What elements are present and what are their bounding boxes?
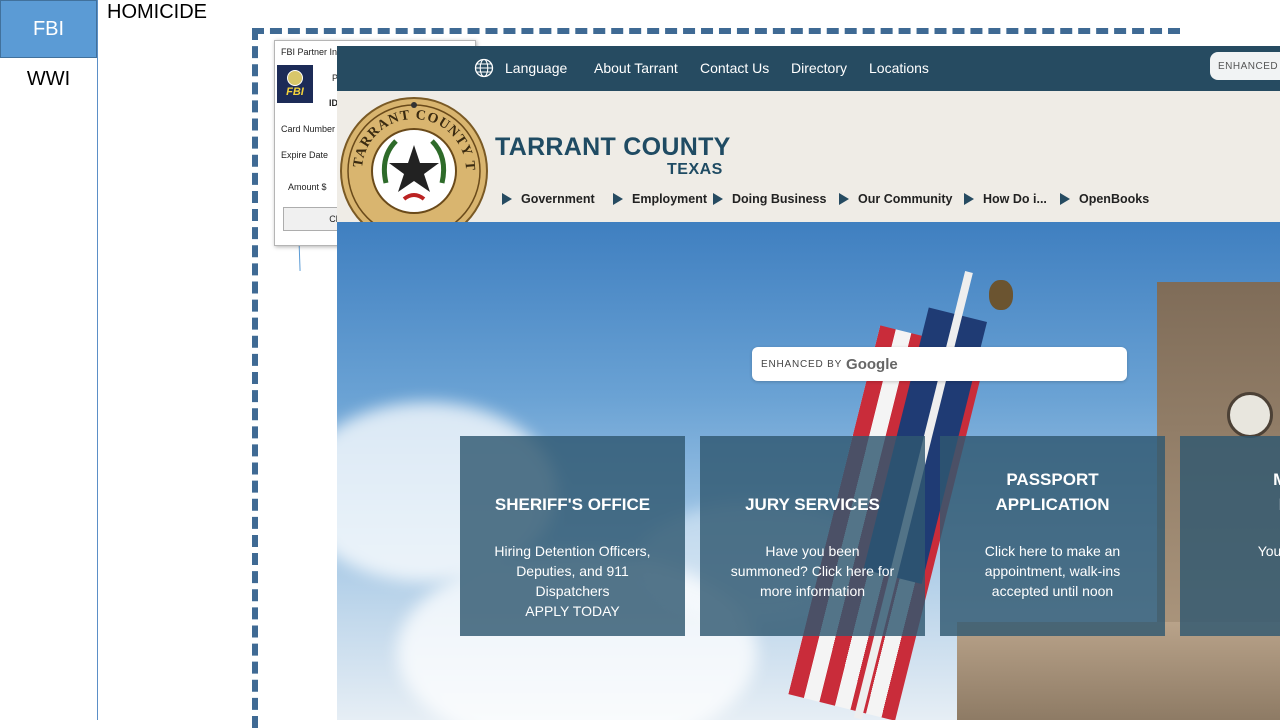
brand-title[interactable]: TARRANT COUNTY — [495, 133, 731, 162]
nav-about-tarrant[interactable]: About Tarrant — [594, 60, 678, 76]
card-sheriffs-office[interactable]: SHERIFF'S OFFICE Hiring Detention Office… — [460, 436, 685, 636]
google-search-input[interactable]: ENHANCED BY Google — [752, 347, 1127, 381]
card-desc-line: appointment, walk-ins — [984, 563, 1121, 579]
card-desc-line: You can no — [1257, 543, 1280, 559]
mainnav-label: Our Community — [858, 192, 953, 206]
tab-fbi[interactable]: FBI — [0, 0, 97, 58]
arrow-right-icon — [839, 193, 849, 205]
card-passport-application[interactable]: PASSPORT APPLICATION Click here to make … — [940, 436, 1165, 636]
mainnav-label: Doing Business — [732, 192, 827, 206]
card-title: MAR — [1180, 467, 1280, 492]
card-desc-line: more information — [759, 583, 866, 599]
card-desc-line: accepted until noon — [991, 583, 1114, 599]
mainnav-label: Government — [521, 192, 595, 206]
card-title: PASSPORT — [1006, 470, 1099, 489]
arrow-right-icon — [713, 193, 723, 205]
fbi-logo-text: FBI — [286, 86, 304, 98]
mainnav-label: Employment — [632, 192, 708, 206]
arrow-right-icon — [964, 193, 974, 205]
tarrant-county-website: Language About Tarrant Contact Us Direct… — [337, 46, 1280, 720]
card-desc-line: Hiring Detention Officers, — [494, 543, 651, 559]
mainnav-label: OpenBooks — [1079, 192, 1150, 206]
mainnav-openbooks[interactable]: OpenBooks — [1060, 192, 1149, 206]
card-desc-line: Have you been — [765, 543, 860, 559]
mainnav-our-community[interactable]: Our Community — [839, 192, 952, 206]
google-wordmark: Google — [846, 355, 898, 373]
nav-directory[interactable]: Directory — [791, 60, 847, 76]
search-prefix: ENHANCED BY — [761, 358, 843, 370]
card-jury-services[interactable]: JURY SERVICES Have you been summoned? Cl… — [700, 436, 925, 636]
card-title: JURY SERVICES — [745, 495, 880, 514]
nav-contact-us[interactable]: Contact Us — [700, 60, 769, 76]
card-number-label: Card Number — [281, 124, 336, 134]
mainnav-doing-business[interactable]: Doing Business — [713, 192, 826, 206]
top-navbar: Language About Tarrant Contact Us Direct… — [337, 46, 1280, 91]
arrow-right-icon — [1060, 193, 1070, 205]
card-marriage-license[interactable]: MAR LIC You can no — [1180, 436, 1280, 636]
mainnav-how-do-i[interactable]: How Do i... — [964, 192, 1047, 206]
fbi-seal-icon — [287, 70, 303, 86]
mainnav-government[interactable]: Government — [502, 192, 595, 206]
card-desc-line: Dispatchers — [535, 583, 610, 599]
brand-subtitle: TEXAS — [667, 161, 723, 178]
header-search-input[interactable]: ENHANCED B — [1210, 52, 1280, 80]
card-title: APPLICATION — [995, 495, 1110, 514]
arrow-right-icon — [613, 193, 623, 205]
fbi-logo: FBI — [277, 65, 313, 103]
hero-banner: ENHANCED BY Google SHERIFF'S OFFICE Hiri… — [337, 222, 1280, 720]
nav-language[interactable]: Language — [505, 60, 567, 76]
mainnav-label: How Do i... — [983, 192, 1047, 206]
slide-sidebar: FBI WWI — [0, 0, 98, 720]
card-desc-line: summoned? Click here for — [730, 563, 895, 579]
card-title: LIC — [1180, 492, 1280, 517]
tab-wwi[interactable]: WWI — [0, 68, 97, 91]
slide-heading: HOMICIDE — [107, 1, 207, 23]
amount-label: Amount $ — [288, 182, 327, 192]
mainnav-employment[interactable]: Employment — [613, 192, 707, 206]
card-title: SHERIFF'S OFFICE — [494, 495, 651, 514]
window-title: FBI Partner In — [281, 47, 338, 57]
card-desc-line: Click here to make an — [984, 543, 1121, 559]
charge-button[interactable]: Ch — [283, 207, 345, 231]
flagpole-finial — [989, 280, 1013, 310]
nav-locations[interactable]: Locations — [869, 60, 929, 76]
courthouse-facade — [957, 622, 1280, 720]
arrow-right-icon — [502, 193, 512, 205]
card-desc-line: APPLY TODAY — [525, 603, 620, 619]
card-desc-line: Deputies, and 911 — [516, 563, 629, 579]
globe-icon — [474, 58, 494, 78]
expire-date-label: Expire Date — [281, 150, 329, 160]
clock-face — [1227, 392, 1273, 438]
